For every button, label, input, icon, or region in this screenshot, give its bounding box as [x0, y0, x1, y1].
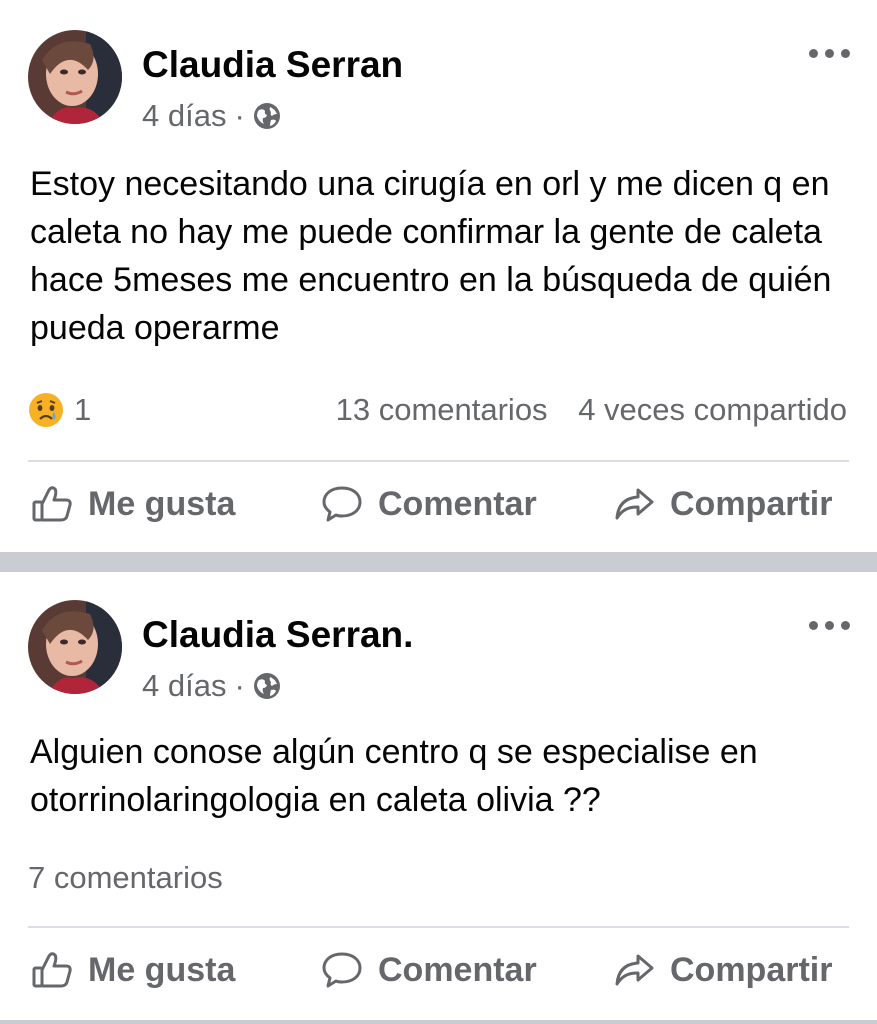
thumbs-up-icon — [32, 952, 72, 988]
share-icon — [615, 488, 654, 520]
share-label: Compartir — [670, 484, 833, 523]
comments-count[interactable]: 13 comentarios — [336, 392, 548, 427]
post-body: Estoy necesitando una cirugía en orl y m… — [30, 165, 832, 347]
comment-label: Comentar — [378, 950, 537, 989]
globe-icon — [253, 103, 280, 129]
shares-count[interactable]: 4 veces compartido — [578, 392, 847, 427]
author-name[interactable]: Claudia Serran — [142, 44, 403, 86]
post-meta: 4 días · — [142, 668, 281, 704]
post-meta: 4 días · — [142, 98, 281, 134]
post-card: Claudia Serran. 4 días · Alguien conose … — [0, 572, 877, 1024]
comment-button[interactable]: Comentar — [320, 482, 537, 526]
sad-reaction-icon — [29, 393, 63, 427]
avatar[interactable] — [28, 30, 122, 124]
more-options-icon[interactable] — [809, 46, 851, 60]
post-time[interactable]: 4 días — [142, 98, 226, 134]
author-name[interactable]: Claudia Serran. — [142, 614, 413, 656]
divider — [28, 926, 849, 928]
thumbs-up-icon — [32, 486, 72, 522]
meta-separator: · — [234, 668, 245, 703]
like-button[interactable]: Me gusta — [30, 482, 235, 526]
like-button[interactable]: Me gusta — [30, 948, 235, 992]
comments-count[interactable]: 7 comentarios — [28, 860, 223, 896]
post-card: Claudia Serran 4 días · Estoy necesitand… — [0, 0, 877, 552]
comment-label: Comentar — [378, 484, 537, 523]
globe-icon — [253, 673, 280, 699]
avatar[interactable] — [28, 600, 122, 694]
comment-icon — [322, 952, 362, 988]
share-label: Compartir — [670, 950, 833, 989]
share-icon — [615, 954, 654, 986]
post-stats: 7 comentarios — [28, 860, 847, 900]
share-button[interactable]: Compartir — [612, 948, 832, 992]
post-actions: Me gusta Comentar Compartir — [0, 948, 877, 1008]
post-time[interactable]: 4 días — [142, 668, 226, 704]
post-actions: Me gusta Comentar Compartir — [0, 482, 877, 542]
post-body: Alguien conose algún centro q se especia… — [30, 733, 758, 819]
divider — [28, 460, 849, 462]
reaction-summary[interactable]: 1 — [28, 392, 91, 428]
comment-button[interactable]: Comentar — [320, 948, 537, 992]
more-options-icon[interactable] — [809, 618, 851, 632]
comment-icon — [322, 486, 362, 522]
share-button[interactable]: Compartir — [612, 482, 832, 526]
meta-separator: · — [234, 98, 245, 133]
post-stats: 1 13 comentarios 4 veces compartido — [28, 392, 847, 432]
like-label: Me gusta — [88, 950, 236, 989]
like-label: Me gusta — [88, 484, 236, 523]
reaction-count: 1 — [74, 392, 92, 427]
post-separator — [0, 552, 877, 572]
post-separator — [0, 1020, 877, 1024]
